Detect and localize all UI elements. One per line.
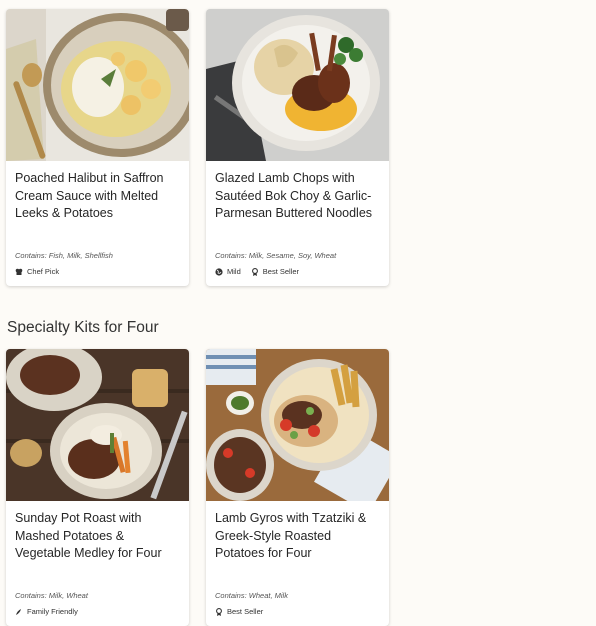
allergen-info: Contains: Milk, Sesame, Soy, Wheat <box>215 251 337 260</box>
tag-label: Mild <box>227 267 241 276</box>
tag-chef-pick: Chef Pick <box>15 267 59 276</box>
tag-best-seller: Best Seller <box>251 267 299 276</box>
tag-label: Chef Pick <box>27 267 60 276</box>
globe-icon <box>215 267 223 276</box>
recipe-grid-top: Poached Halibut in Saffron Cream Sauce w… <box>6 9 389 286</box>
recipe-title[interactable]: Sunday Pot Roast with Mashed Potatoes & … <box>15 510 180 563</box>
tag-label: Family Friendly <box>27 607 78 616</box>
recipe-title[interactable]: Lamb Gyros with Tzatziki & Greek-Style R… <box>215 510 380 563</box>
allergen-info: Contains: Milk, Wheat <box>15 591 88 600</box>
section-title: Specialty Kits for Four <box>7 319 159 336</box>
allergen-info: Contains: Fish, Milk, Shellfish <box>15 251 113 260</box>
recipe-card-lamb-chops[interactable]: Glazed Lamb Chops with Sautéed Bok Choy … <box>206 9 389 286</box>
ribbon-icon <box>251 267 258 276</box>
recipe-image-lamb-gyros[interactable] <box>206 349 389 501</box>
recipe-image-pot-roast[interactable] <box>6 349 189 501</box>
recipe-grid-bottom: Sunday Pot Roast with Mashed Potatoes & … <box>6 349 389 626</box>
tag-family-friendly: Family Friendly <box>15 607 78 616</box>
tag-mild: Mild <box>215 267 241 276</box>
recipe-card-pot-roast[interactable]: Sunday Pot Roast with Mashed Potatoes & … <box>6 349 189 626</box>
tag-label: Best Seller <box>262 267 300 276</box>
recipe-title[interactable]: Poached Halibut in Saffron Cream Sauce w… <box>15 170 180 223</box>
recipe-tags: Mild Best Seller <box>215 267 299 276</box>
recipe-image-lamb-chops[interactable] <box>206 9 389 161</box>
recipe-tags: Family Friendly <box>15 607 78 616</box>
recipe-card-halibut[interactable]: Poached Halibut in Saffron Cream Sauce w… <box>6 9 189 286</box>
allergen-info: Contains: Wheat, Milk <box>215 591 288 600</box>
tag-label: Best Seller <box>227 607 264 616</box>
recipe-image-halibut[interactable] <box>6 9 189 161</box>
recipe-card-lamb-gyros[interactable]: Lamb Gyros with Tzatziki & Greek-Style R… <box>206 349 389 626</box>
ribbon-icon <box>216 607 222 616</box>
family-icon <box>16 608 21 615</box>
recipe-title[interactable]: Glazed Lamb Chops with Sautéed Bok Choy … <box>215 170 380 223</box>
recipe-tags: Chef Pick <box>15 267 59 276</box>
recipe-tags: Best Seller <box>215 607 263 616</box>
chef-hat-icon <box>15 268 23 275</box>
tag-best-seller: Best Seller <box>215 607 263 616</box>
